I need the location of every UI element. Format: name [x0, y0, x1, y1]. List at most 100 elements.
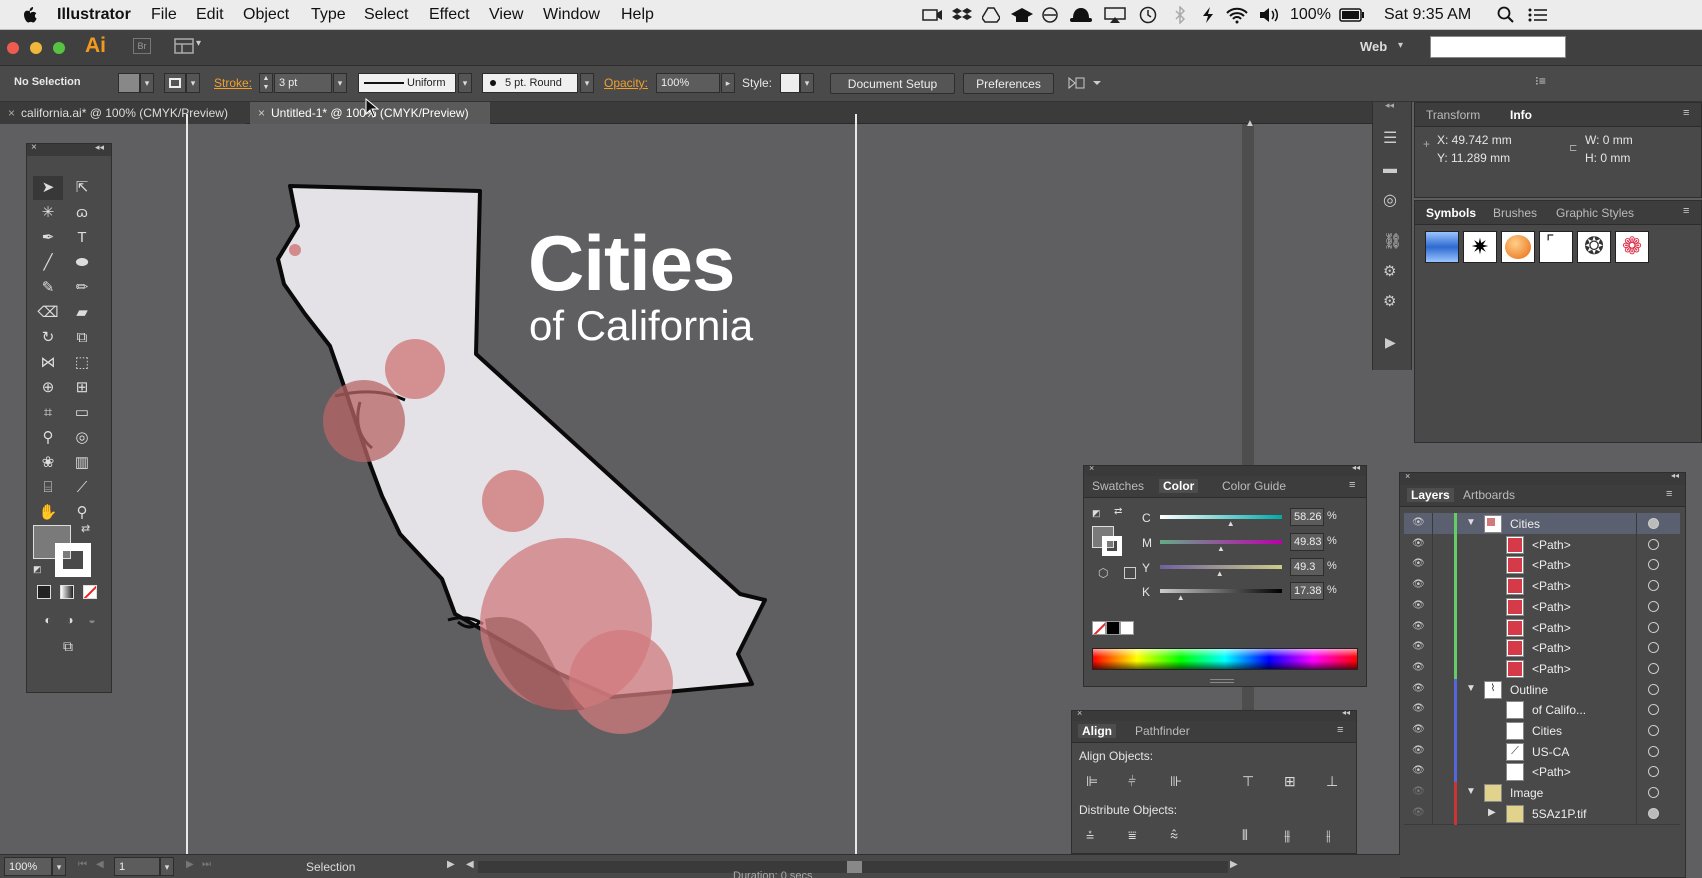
drive-icon[interactable] [981, 7, 1001, 28]
variable-width-profile[interactable]: Uniform [358, 73, 456, 93]
line-tool-icon[interactable]: ╱ [33, 251, 63, 275]
target-circle-icon[interactable] [1648, 725, 1659, 736]
target-circle-icon[interactable] [1648, 538, 1659, 550]
layer-name[interactable]: <Path> [1532, 662, 1571, 676]
align-panel-grip[interactable]: × ◂◂ [1072, 708, 1356, 721]
target-circle-icon[interactable] [1648, 600, 1659, 612]
zoom-window-button[interactable] [53, 42, 65, 54]
gradient-tool-icon[interactable]: ▭ [67, 401, 97, 425]
distribute-right-icon[interactable]: ⫲ [1326, 827, 1331, 844]
dock-settings-icon[interactable]: ⚙ [1383, 292, 1396, 310]
color-panel-close-icon[interactable]: × [1089, 463, 1094, 473]
menu-view[interactable]: View [489, 6, 523, 24]
channel-value-input[interactable]: 49.3 [1290, 558, 1324, 576]
horizontal-align-right-icon[interactable]: ⊪ [1170, 773, 1182, 790]
scale-tool-icon[interactable]: ⧉ [67, 326, 97, 350]
color-panel-resize-grip[interactable] [1210, 679, 1234, 683]
artboard-tool-icon[interactable]: ⌸ [33, 476, 63, 500]
artboard-dropdown[interactable]: ▾ [160, 857, 174, 876]
document-setup-button[interactable]: Document Setup [830, 73, 955, 94]
layer-row[interactable]: 👁 <Path> [1404, 595, 1680, 618]
visibility-eye-icon[interactable]: 👁 [1412, 807, 1425, 818]
city-circle-fresno[interactable] [482, 470, 544, 532]
layer-row[interactable]: 👁 <Path> [1404, 533, 1680, 556]
channel-value-input[interactable]: 17.38 [1290, 582, 1324, 600]
pen-tool-icon[interactable]: ✒ [33, 226, 63, 250]
search-help-input[interactable] [1430, 36, 1566, 58]
bolt-icon[interactable] [1200, 6, 1216, 29]
lock-column[interactable] [1432, 595, 1433, 618]
target-circle-icon[interactable] [1648, 704, 1659, 716]
menu-object[interactable]: Object [243, 6, 289, 24]
visibility-eye-icon[interactable]: 👁 [1412, 724, 1425, 735]
perspective-grid-tool-icon[interactable]: ⊞ [67, 376, 97, 400]
dock-gradient-icon[interactable]: ▬ [1383, 160, 1397, 176]
gradient-mode-icon[interactable] [60, 585, 74, 599]
tab-close-icon[interactable]: × [8, 106, 15, 120]
wifi-icon[interactable] [1225, 6, 1249, 29]
city-circle-sacramento[interactable] [385, 339, 445, 399]
expand-triangle-icon[interactable]: ▼ [1466, 517, 1476, 528]
visibility-eye-icon[interactable]: 👁 [1412, 765, 1425, 776]
magic-wand-tool-icon[interactable]: ✳ [33, 201, 63, 225]
symbol-blue-banner[interactable] [1425, 231, 1459, 263]
slice-tool-icon[interactable]: ⟋ [67, 476, 97, 500]
layer-name[interactable]: <Path> [1532, 641, 1571, 655]
opacity-dropdown[interactable]: ▸ [721, 73, 735, 93]
control-panel-menu-icon[interactable]: ⁝≡ [1535, 74, 1546, 88]
tab-california[interactable]: × california.ai* @ 100% (CMYK/Preview) [0, 102, 246, 124]
symbol-wreath[interactable]: ❂ [1577, 231, 1611, 263]
align-panel-collapse-icon[interactable]: ◂◂ [1342, 708, 1350, 717]
tools-collapse-icon[interactable]: ◂◂ [95, 142, 104, 153]
layer-row[interactable]: 👁 <Path> [1404, 657, 1680, 680]
selection-tool-icon[interactable]: ➤ [33, 176, 63, 200]
layer-row[interactable]: 👁 ▼ Image [1404, 782, 1680, 805]
layers-panel-collapse-icon[interactable]: ◂◂ [1671, 471, 1679, 480]
graphic-style-dropdown[interactable]: ▾ [800, 73, 814, 93]
artboard-number-input[interactable]: 1 [114, 857, 160, 876]
free-transform-tool-icon[interactable]: ⬚ [67, 351, 97, 375]
swap-fill-stroke-icon[interactable]: ⇄ [81, 522, 90, 535]
visibility-eye-icon[interactable]: 👁 [1412, 621, 1425, 632]
expand-triangle-icon[interactable]: ▼ [1466, 786, 1476, 797]
horizontal-align-center-icon[interactable]: ⫩ [1128, 773, 1136, 790]
tab-info[interactable]: Info [1510, 108, 1532, 122]
tab-swatches[interactable]: Swatches [1092, 479, 1144, 493]
white-swatch[interactable] [1120, 621, 1134, 635]
stroke-stepper[interactable]: ▲ ▼ [259, 73, 273, 93]
tab-graphic-styles[interactable]: Graphic Styles [1556, 206, 1634, 220]
collapse-triangle-icon[interactable]: ▶ [1488, 807, 1496, 818]
align-panel-close-icon[interactable]: × [1077, 708, 1082, 718]
target-circle-icon[interactable] [1648, 683, 1659, 695]
target-circle-icon[interactable] [1648, 766, 1659, 778]
horizontal-scrollbar[interactable] [478, 861, 1228, 873]
status-menu-icon[interactable]: ▶ [447, 859, 455, 870]
lock-column[interactable] [1432, 575, 1433, 598]
distribute-top-icon[interactable]: ⩮ [1086, 827, 1094, 844]
channel-slider-thumb[interactable]: ▲ [1227, 519, 1235, 528]
screen-mode-icon[interactable]: ⧉ [53, 634, 83, 658]
rotate-tool-icon[interactable]: ↻ [33, 326, 63, 350]
channel-slider-thumb[interactable]: ▲ [1217, 544, 1225, 553]
first-artboard-icon[interactable]: ⏮ [78, 859, 87, 870]
h-scroll-left-icon[interactable]: ◀ [466, 859, 474, 870]
layer-name[interactable]: Cities [1532, 724, 1562, 738]
block-icon[interactable] [1041, 7, 1059, 28]
layer-row[interactable]: 👁 ▼ ⌇ Outline [1404, 678, 1680, 701]
eraser-tool-icon[interactable]: ▰ [67, 301, 97, 325]
menu-window[interactable]: Window [543, 6, 600, 24]
visibility-eye-icon[interactable]: 👁 [1412, 558, 1425, 569]
artwork-subtitle[interactable]: of California [529, 302, 753, 350]
layer-name[interactable]: <Path> [1532, 579, 1571, 593]
layer-row[interactable]: 👁 of Califo... [1404, 699, 1680, 722]
layer-name[interactable]: Image [1510, 786, 1543, 800]
visibility-eye-icon[interactable]: 👁 [1412, 538, 1425, 549]
visibility-eye-icon[interactable]: 👁 [1412, 579, 1425, 590]
layer-name[interactable]: US-CA [1532, 745, 1569, 759]
visibility-eye-icon[interactable]: 👁 [1412, 745, 1425, 756]
clock[interactable]: Sat 9:35 AM [1384, 6, 1471, 24]
visibility-eye-icon[interactable]: 👁 [1412, 517, 1425, 528]
hand-tool-icon[interactable]: ✋ [33, 501, 63, 525]
opacity-label[interactable]: Opacity: [604, 76, 648, 90]
menu-type[interactable]: Type [311, 6, 346, 24]
